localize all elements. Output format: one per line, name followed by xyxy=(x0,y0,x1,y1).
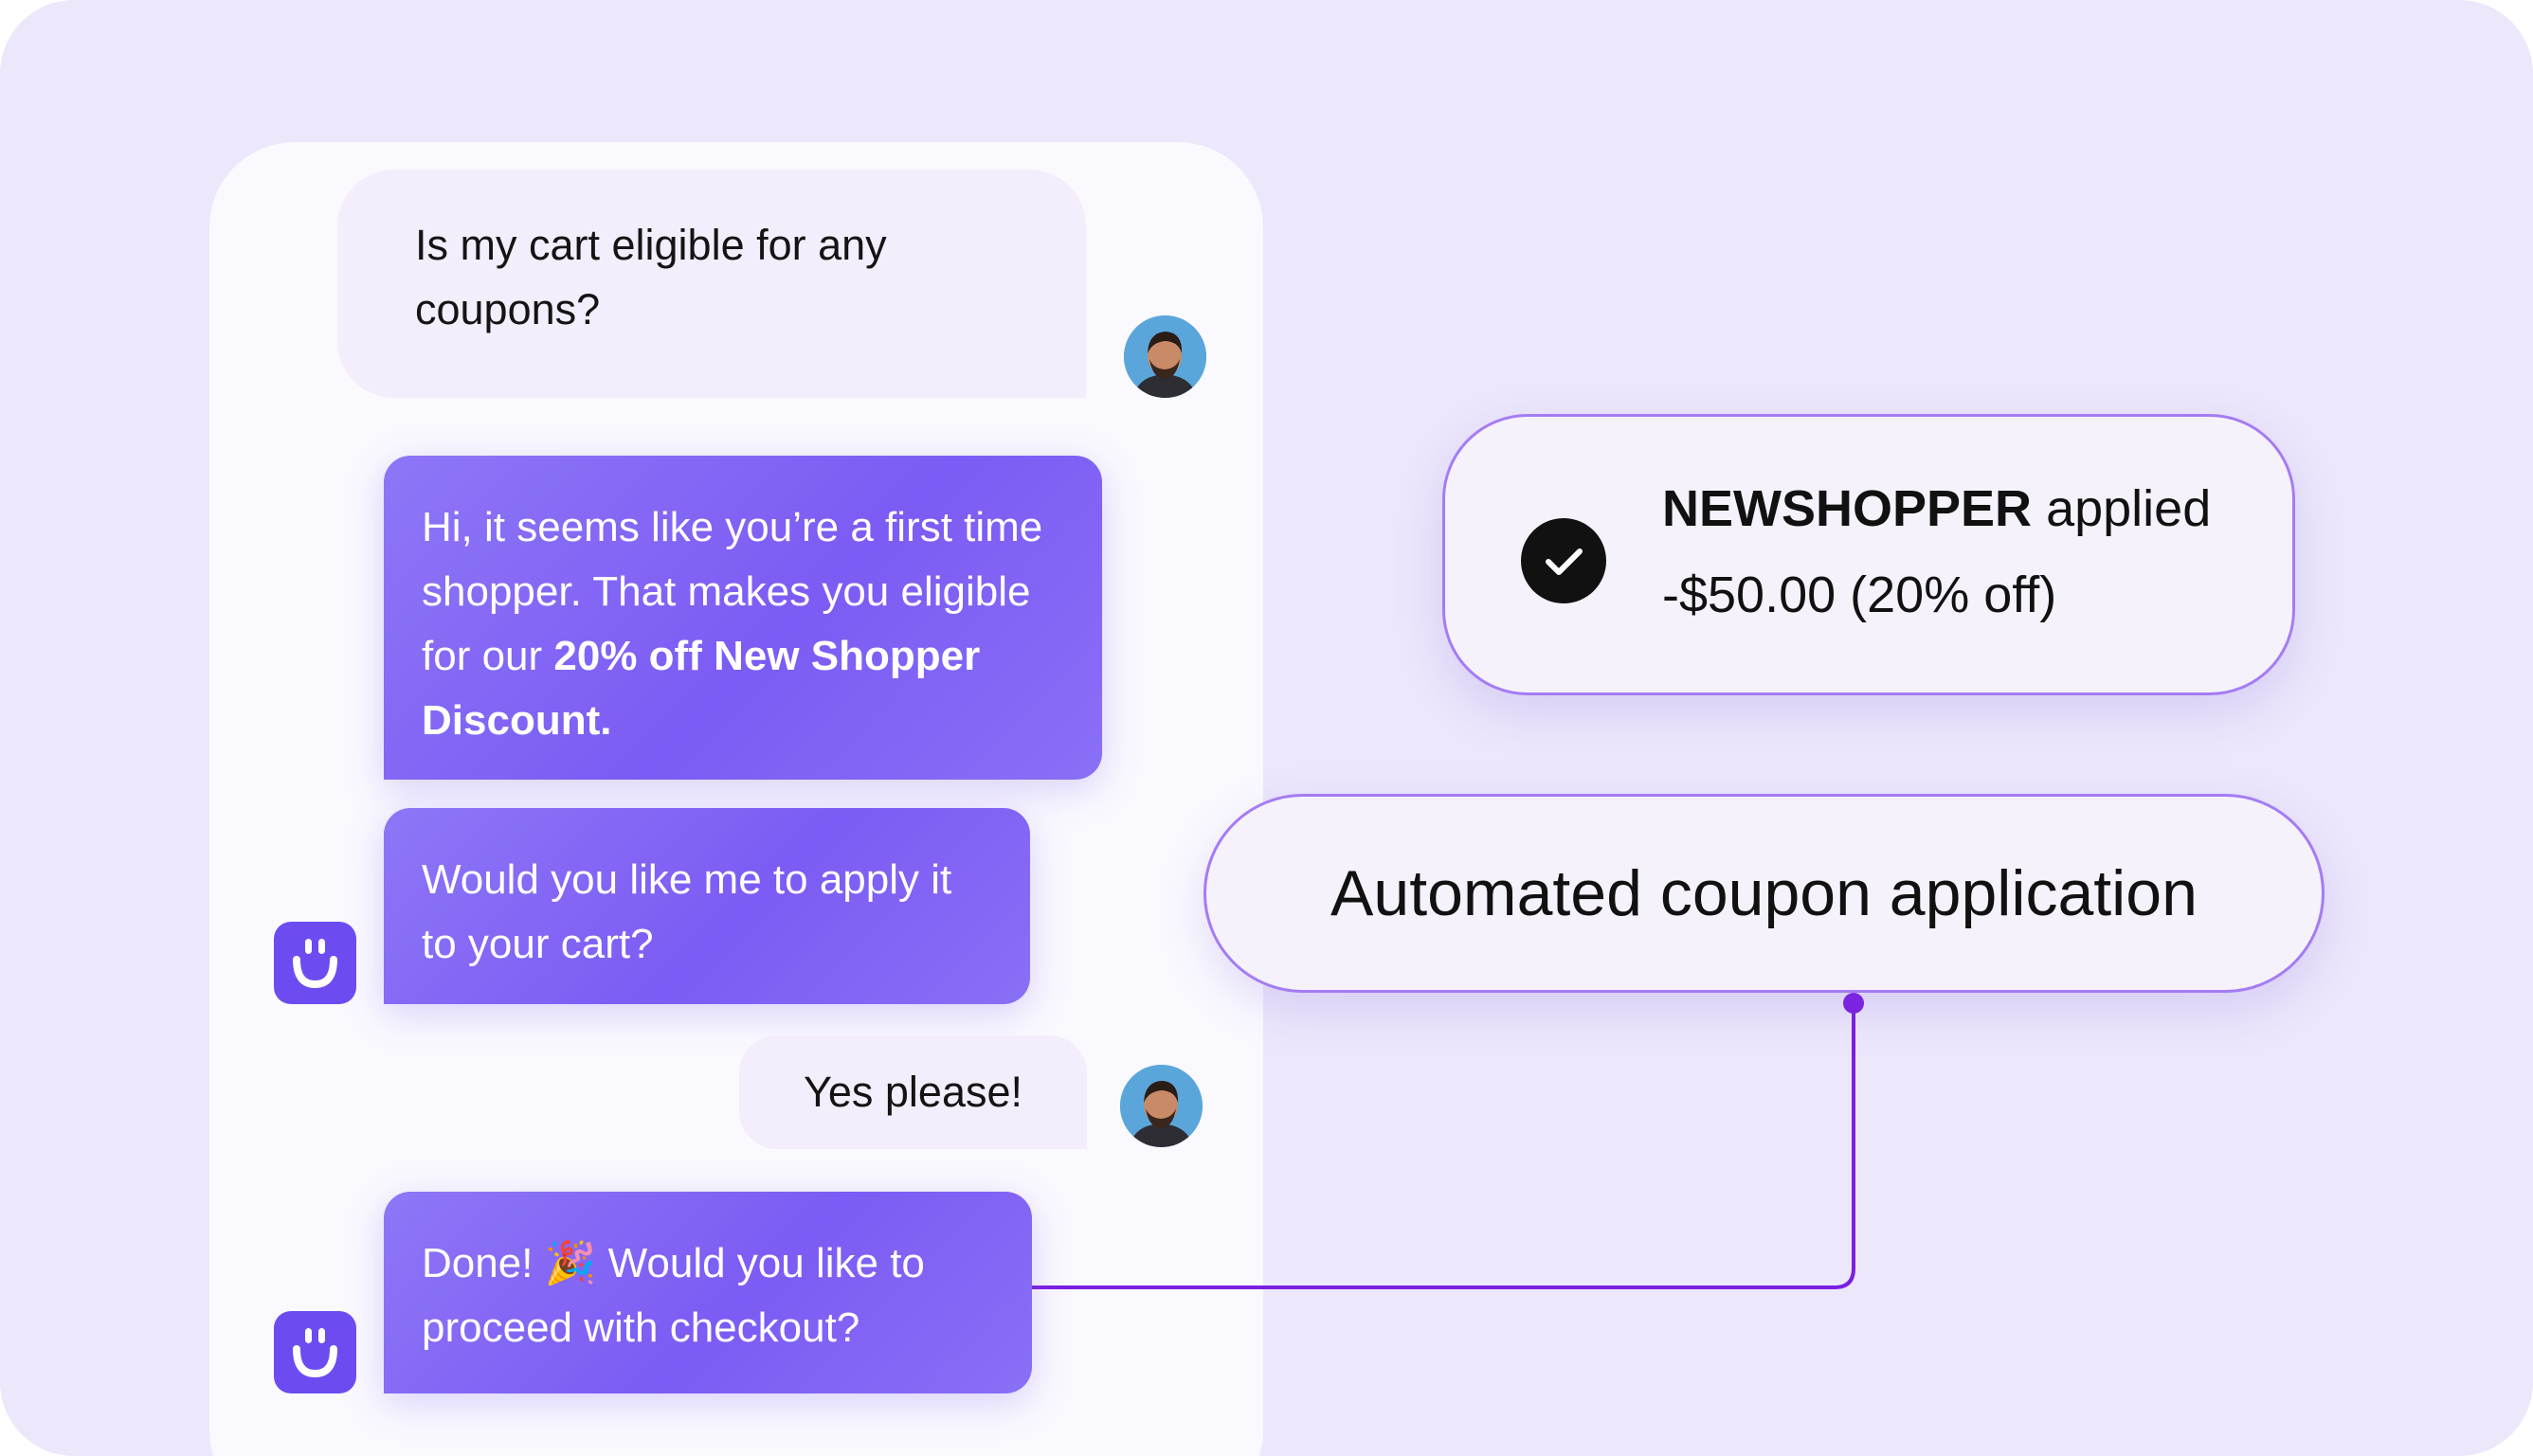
check-circle-icon xyxy=(1521,518,1606,603)
checkmark-icon xyxy=(1546,548,1583,575)
bot-message-text: Would you like me to apply it to your ca… xyxy=(422,856,952,967)
connector-dot xyxy=(1843,993,1864,1014)
coupon-code: NEWSHOPPER xyxy=(1662,480,2033,537)
bot-logo xyxy=(274,1311,356,1393)
user-message-1: Is my cart eligible for any coupons? xyxy=(337,170,1086,398)
user-message-text: Is my cart eligible for any coupons? xyxy=(415,221,887,333)
bot-message-1: Hi, it seems like you’re a first time sh… xyxy=(384,456,1102,780)
bot-message-3: Done! 🎉 Would you like to proceed with c… xyxy=(384,1192,1032,1393)
bot-logo xyxy=(274,922,356,1004)
user-avatar-icon xyxy=(1124,315,1206,398)
user-avatar-icon xyxy=(1120,1065,1203,1147)
coupon-code-line: NEWSHOPPER applied xyxy=(1662,479,2211,538)
coupon-discount: -$50.00 (20% off) xyxy=(1662,566,2057,623)
canvas: Is my cart eligible for any coupons? Hi,… xyxy=(0,0,2533,1456)
smiley-logo-icon xyxy=(293,1328,337,1378)
user-avatar xyxy=(1120,1065,1203,1147)
bot-message-text: Done! 🎉 Would you like to proceed with c… xyxy=(422,1240,925,1351)
user-avatar xyxy=(1124,315,1206,398)
bot-message-text: Hi, it seems like you’re a first time sh… xyxy=(422,495,1064,753)
feature-label: Automated coupon application xyxy=(1330,857,2198,929)
user-message-2: Yes please! xyxy=(739,1035,1087,1149)
bot-message-2: Would you like me to apply it to your ca… xyxy=(384,808,1030,1004)
coupon-status: applied xyxy=(2046,480,2212,537)
smiley-logo-icon xyxy=(293,939,337,989)
user-message-text: Yes please! xyxy=(803,1068,1023,1116)
